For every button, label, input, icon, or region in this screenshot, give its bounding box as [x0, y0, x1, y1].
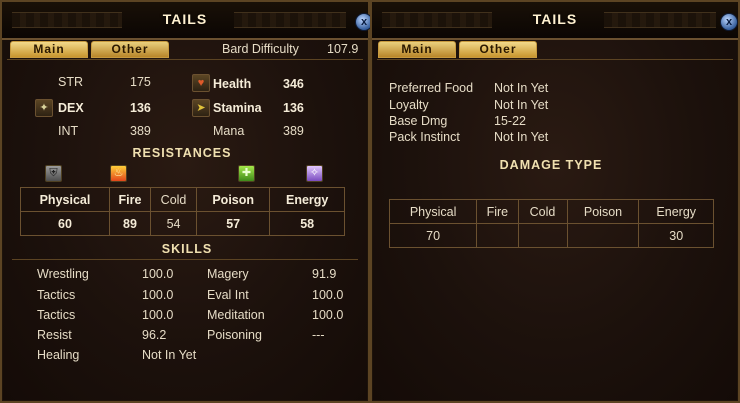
damage-type-heading: DAMAGE TYPE [499, 158, 603, 172]
title-bar[interactable]: TAILS x [2, 2, 373, 40]
info-label: Base Dmg [389, 114, 448, 128]
str-value: 175 [130, 75, 151, 89]
skill-name: Eval Int [207, 288, 249, 302]
dex-value: 136 [130, 101, 151, 115]
skill-name: Magery [207, 267, 249, 281]
title-bar[interactable]: TAILS x [372, 2, 738, 40]
energy-icon: ✧ [306, 165, 323, 182]
info-label: Loyalty [389, 98, 429, 112]
tab-other[interactable]: Other [459, 41, 537, 58]
info-value: Not In Yet [494, 98, 549, 112]
dmg-header-physical: Physical [388, 199, 478, 224]
tab-divider [377, 59, 733, 60]
res-value-cold: 54 [150, 211, 197, 236]
shield-icon: ⛨ [45, 165, 62, 182]
stamina-value: 136 [283, 101, 304, 115]
dmg-value-cold [517, 223, 568, 248]
info-label: Pack Instinct [389, 130, 460, 144]
dex-label: DEX [58, 101, 84, 115]
dmg-header-fire: Fire [476, 199, 519, 224]
skills-heading: SKILLS [161, 242, 213, 256]
skill-name: Wrestling [37, 267, 89, 281]
skill-value: 100.0 [142, 267, 174, 281]
tab-other[interactable]: Other [91, 41, 169, 58]
skill-name: Meditation [207, 308, 265, 322]
str-label: STR [58, 75, 83, 89]
skill-name: Resist [37, 328, 72, 342]
info-value: Not In Yet [494, 81, 549, 95]
skill-value: 100.0 [142, 288, 174, 302]
resistances-heading: RESISTANCES [132, 146, 232, 160]
skill-value: 91.9 [312, 267, 337, 281]
stamina-label: Stamina [213, 101, 262, 115]
window-title: TAILS [532, 11, 578, 27]
health-icon: ♥ [192, 74, 210, 92]
skill-name: Healing [37, 348, 80, 362]
skill-name: Poisoning [207, 328, 262, 342]
tab-main[interactable]: Main [10, 41, 88, 58]
mana-label: Mana [213, 124, 245, 138]
damage-type-table: Physical Fire Cold Poison Energy 70 30 [388, 199, 714, 248]
skill-value: 100.0 [312, 288, 344, 302]
info-value: 15-22 [494, 114, 526, 128]
res-header-poison: Poison [195, 187, 271, 212]
res-header-physical: Physical [20, 187, 110, 212]
tab-divider [7, 59, 363, 60]
pet-main-panel: TAILS x Main Other Bard Difficulty 107.9… [0, 0, 373, 403]
skill-value: 96.2 [142, 328, 167, 342]
poison-icon: ✚ [238, 165, 255, 182]
int-label: INT [58, 124, 79, 138]
res-header-energy: Energy [269, 187, 345, 212]
mana-value: 389 [283, 124, 304, 138]
dmg-value-fire [476, 223, 519, 248]
health-label: Health [213, 77, 252, 91]
skill-name: Tactics [37, 288, 76, 302]
skill-value: 100.0 [312, 308, 344, 322]
res-value-physical: 60 [20, 211, 110, 236]
close-icon[interactable]: x [720, 13, 738, 31]
stamina-icon: ➤ [192, 99, 210, 117]
info-label: Preferred Food [389, 81, 474, 95]
res-value-poison: 57 [195, 211, 271, 236]
bard-difficulty-value: 107.9 [327, 42, 359, 56]
resistances-table: Physical Fire Cold Poison Energy 60 89 5… [20, 187, 345, 236]
dmg-value-physical: 70 [388, 223, 478, 248]
skill-name: Tactics [37, 308, 76, 322]
dex-icon: ✦ [35, 99, 53, 117]
res-value-fire: 89 [108, 211, 152, 236]
res-header-cold: Cold [150, 187, 197, 212]
info-value: Not In Yet [494, 130, 549, 144]
skill-value: Not In Yet [142, 348, 197, 362]
res-value-energy: 58 [269, 211, 345, 236]
dmg-value-poison [566, 223, 640, 248]
skill-value: --- [312, 328, 325, 342]
skill-value: 100.0 [142, 308, 174, 322]
res-header-fire: Fire [108, 187, 152, 212]
skills-divider [12, 259, 358, 260]
bard-difficulty-label: Bard Difficulty [222, 42, 299, 56]
dmg-header-energy: Energy [638, 199, 714, 224]
pet-other-panel: TAILS x Main Other Preferred Food Not In… [370, 0, 740, 403]
flame-icon: ♨ [110, 165, 127, 182]
dmg-header-poison: Poison [566, 199, 640, 224]
tab-main[interactable]: Main [378, 41, 456, 58]
dmg-header-cold: Cold [517, 199, 568, 224]
int-value: 389 [130, 124, 151, 138]
window-title: TAILS [162, 11, 208, 27]
health-value: 346 [283, 77, 304, 91]
dmg-value-energy: 30 [638, 223, 714, 248]
